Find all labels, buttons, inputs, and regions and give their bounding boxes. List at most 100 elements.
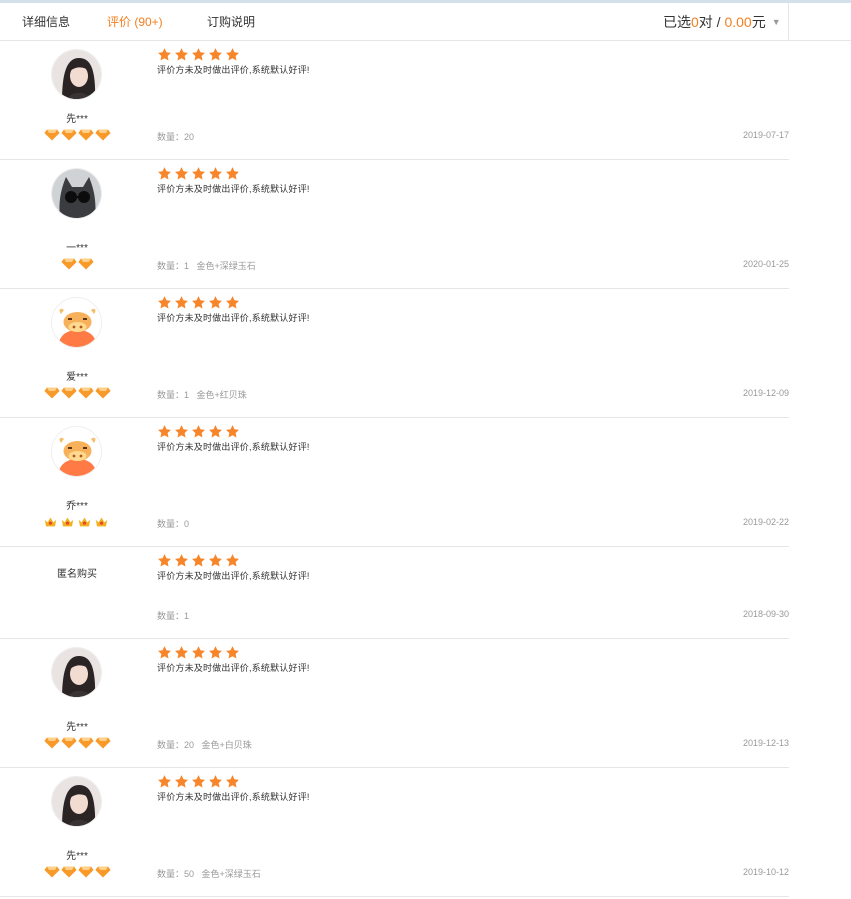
star-icon [191, 424, 206, 439]
chevron-down-icon[interactable]: ▼ [772, 17, 781, 27]
star-icon [191, 645, 206, 660]
buyer-level [42, 128, 112, 141]
star-icon [225, 295, 240, 310]
review-date: 2019-10-12 [742, 867, 789, 877]
diamond-level-icon [60, 128, 77, 141]
star-icon [208, 553, 223, 568]
user-avatar[interactable] [51, 297, 102, 348]
selection-amount: 0.00 [724, 14, 752, 30]
review-content: 评价方未及时做出评价,系统默认好评! [157, 184, 310, 194]
review-list: 先*** 评价方未及时做出评价,系统默认好评! 数量：20 2019-07-17 一**… [0, 41, 789, 897]
user-avatar[interactable] [51, 168, 102, 219]
rating-stars [157, 47, 240, 62]
star-icon [191, 47, 206, 62]
star-icon [174, 553, 189, 568]
buyer-level [42, 386, 112, 399]
divider [788, 3, 789, 40]
selection-summary[interactable]: 已选0对 / 0.00元 ▼ [663, 12, 781, 32]
star-icon [174, 295, 189, 310]
reviewer-name: 先*** [66, 114, 88, 125]
tab-order-notes[interactable]: 订购说明 [207, 13, 255, 30]
star-icon [157, 774, 172, 789]
user-avatar[interactable] [51, 49, 102, 100]
diamond-level-icon [77, 386, 94, 399]
review-item: 爱*** 评价方未及时做出评价,系统默认好评! 数量：1 金色+红贝珠 2019-12… [0, 289, 789, 418]
star-icon [225, 645, 240, 660]
tab-reviews[interactable]: 评价 (90+) [107, 13, 163, 30]
star-icon [174, 166, 189, 181]
review-content: 评价方未及时做出评价,系统默认好评! [157, 65, 310, 75]
diamond-level-icon [60, 736, 77, 749]
diamond-level-icon [77, 128, 94, 141]
selection-separator: / [712, 14, 725, 30]
diamond-level-icon [77, 865, 94, 878]
review-date: 2019-02-22 [742, 517, 789, 527]
review-content: 评价方未及时做出评价,系统默认好评! [157, 792, 310, 802]
star-icon [191, 553, 206, 568]
review-item: 先*** 评价方未及时做出评价,系统默认好评! 数量：20 金色+白贝珠 2019-1… [0, 639, 789, 768]
crown-level-icon [44, 515, 60, 527]
star-icon [174, 424, 189, 439]
star-icon [157, 645, 172, 660]
selection-count: 0 [691, 14, 699, 30]
buyer-level [42, 515, 112, 527]
review-item: 匿名购买 评价方未及时做出评价,系统默认好评! 数量：1 2018-09-30 [0, 547, 789, 639]
star-icon [225, 553, 240, 568]
diamond-level-icon [94, 386, 111, 399]
review-content: 评价方未及时做出评价,系统默认好评! [157, 313, 310, 323]
diamond-level-icon [60, 386, 77, 399]
review-item: 先*** 评价方未及时做出评价,系统默认好评! 数量：50 金色+深绿玉石 2019-… [0, 768, 789, 897]
order-meta: 数量：1 金色+红贝珠 [157, 390, 247, 400]
user-avatar[interactable] [51, 426, 102, 477]
rating-stars [157, 553, 240, 568]
order-meta: 数量：1 [157, 611, 190, 621]
diamond-level-icon [43, 865, 60, 878]
review-item: 一*** 评价方未及时做出评价,系统默认好评! 数量：1 金色+深绿玉石 2020-0… [0, 160, 789, 289]
crown-level-icon [95, 515, 111, 527]
star-icon [208, 295, 223, 310]
rating-stars [157, 166, 240, 181]
reviewer-name: 先*** [66, 851, 88, 862]
star-icon [208, 774, 223, 789]
star-icon [157, 424, 172, 439]
user-avatar[interactable] [51, 647, 102, 698]
star-icon [157, 166, 172, 181]
star-icon [208, 645, 223, 660]
star-icon [157, 47, 172, 62]
star-icon [157, 295, 172, 310]
review-item: 先*** 评价方未及时做出评价,系统默认好评! 数量：20 2019-07-17 [0, 41, 789, 160]
reviewer-name: 乔*** [66, 501, 88, 512]
star-icon [174, 47, 189, 62]
tab-details[interactable]: 详细信息 [22, 13, 70, 30]
rating-stars [157, 424, 240, 439]
selection-currency: 元 [751, 14, 766, 30]
diamond-level-icon [60, 865, 77, 878]
star-icon [157, 553, 172, 568]
reviewer-name: 匿名购买 [57, 569, 97, 580]
buyer-level [42, 865, 112, 878]
diamond-level-icon [60, 257, 77, 270]
star-icon [225, 166, 240, 181]
reviewer-name: 爱*** [66, 372, 88, 383]
diamond-level-icon [94, 736, 111, 749]
reviewer-name: 一*** [66, 243, 88, 254]
diamond-level-icon [77, 257, 94, 270]
review-content: 评价方未及时做出评价,系统默认好评! [157, 571, 310, 581]
user-avatar[interactable] [51, 776, 102, 827]
order-meta: 数量：20 金色+白贝珠 [157, 740, 252, 750]
review-date: 2020-01-25 [742, 259, 789, 269]
order-meta: 数量：1 金色+深绿玉石 [157, 261, 256, 271]
tab-bar: 详细信息 评价 (90+) 订购说明 已选0对 / 0.00元 ▼ [0, 3, 851, 41]
buyer-level [42, 257, 112, 270]
diamond-level-icon [43, 736, 60, 749]
diamond-level-icon [77, 736, 94, 749]
star-icon [208, 166, 223, 181]
review-content: 评价方未及时做出评价,系统默认好评! [157, 663, 310, 673]
diamond-level-icon [43, 386, 60, 399]
star-icon [191, 774, 206, 789]
review-date: 2019-12-13 [742, 738, 789, 748]
order-meta: 数量：50 金色+深绿玉石 [157, 869, 261, 879]
star-icon [174, 774, 189, 789]
reviewer-name: 先*** [66, 722, 88, 733]
order-meta: 数量：20 [157, 132, 195, 142]
